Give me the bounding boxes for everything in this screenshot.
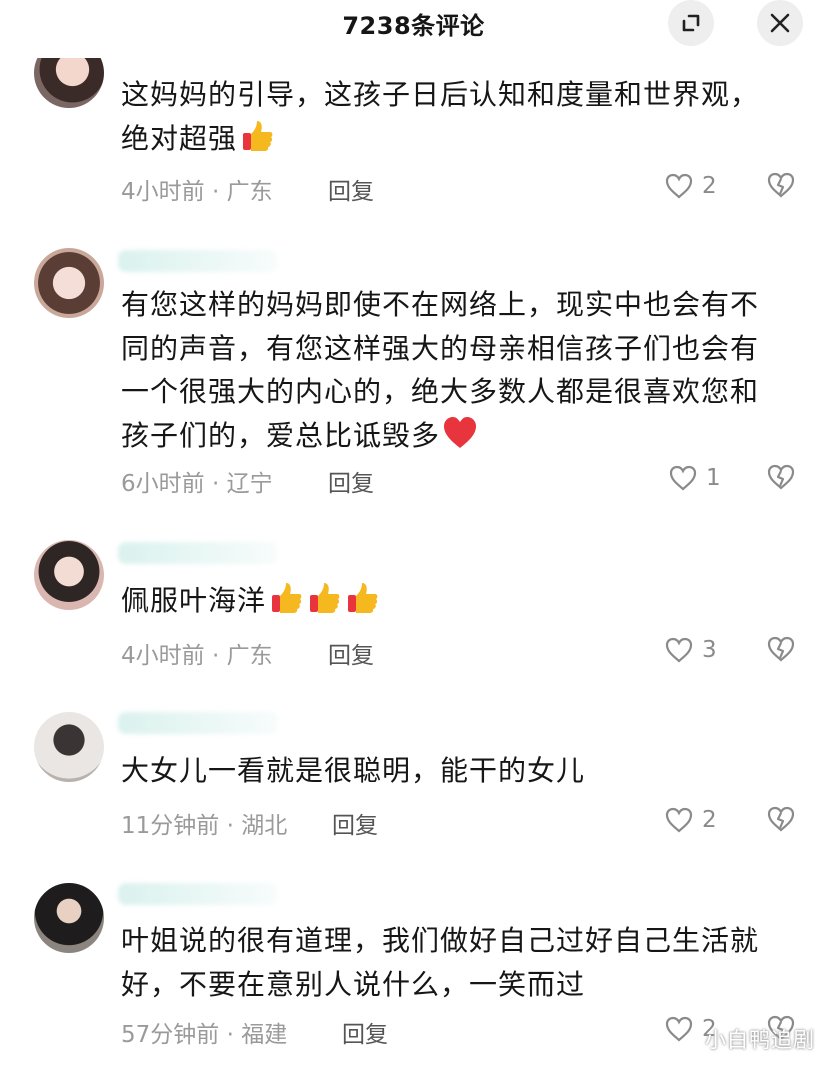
like-button[interactable]: 1 <box>668 464 721 492</box>
close-icon <box>770 13 790 33</box>
reply-button[interactable]: 回复 <box>328 172 374 206</box>
reply-button[interactable]: 回复 <box>328 464 374 498</box>
broken-heart-icon <box>767 464 795 490</box>
broken-heart-icon <box>767 806 795 832</box>
like-count: 3 <box>702 637 717 663</box>
comment-text: 叶姐说的很有道理，我们做好自己过好自己生活就 好，不要在意别人说什么，一笑而过 <box>121 924 760 1001</box>
dislike-button[interactable] <box>766 171 796 203</box>
thumbs-up-emoji <box>243 120 273 151</box>
heart-outline-icon <box>665 173 693 199</box>
thumbs-up-emoji <box>272 583 302 613</box>
like-count: 2 <box>702 807 717 833</box>
comment-meta: 4小时前 · 广东 <box>121 643 273 669</box>
dislike-button[interactable] <box>766 805 796 837</box>
avatar[interactable] <box>34 712 104 782</box>
reply-button[interactable]: 回复 <box>342 1015 388 1049</box>
comment-meta: 11分钟前 · 湖北 <box>121 813 288 839</box>
like-count: 2 <box>702 173 717 199</box>
like-button[interactable]: 2 <box>664 806 717 834</box>
like-count: 1 <box>706 465 721 491</box>
comments-header: 7238条评论 <box>0 0 827 58</box>
username-blurred <box>118 250 278 272</box>
like-button[interactable]: 2 <box>664 172 717 200</box>
reply-button[interactable]: 回复 <box>332 806 378 840</box>
collapse-icon <box>682 14 700 32</box>
thumbs-up-emoji <box>348 583 378 613</box>
heart-outline-icon <box>669 465 697 491</box>
close-button[interactable] <box>757 0 803 46</box>
heart-outline-icon <box>665 1016 693 1042</box>
comment-meta: 6小时前 · 辽宁 <box>121 471 273 497</box>
avatar[interactable] <box>34 248 104 318</box>
comment-text: 这妈妈的引导，这孩子日后认知和度量和世界观， 绝对超强 <box>121 78 760 155</box>
comment-text: 佩服叶海洋 <box>121 579 801 623</box>
comment-text: 大女儿一看就是很聪明，能干的女儿 <box>121 754 586 787</box>
avatar[interactable] <box>34 883 104 953</box>
broken-heart-icon <box>767 636 795 662</box>
like-button[interactable]: 3 <box>664 636 717 664</box>
heart-outline-icon <box>665 637 693 663</box>
username-blurred <box>118 883 278 905</box>
heart-outline-icon <box>665 807 693 833</box>
comment-meta: 4小时前 · 广东 <box>121 179 273 205</box>
watermark: 小白鸭追剧 <box>705 1028 815 1052</box>
avatar[interactable] <box>34 540 104 610</box>
reply-button[interactable]: 回复 <box>328 636 374 670</box>
dislike-button[interactable] <box>766 463 796 495</box>
comment-meta: 57分钟前 · 福建 <box>121 1022 288 1048</box>
username-blurred <box>118 542 278 564</box>
thumbs-up-emoji <box>310 583 340 613</box>
broken-heart-icon <box>767 172 795 198</box>
collapse-button[interactable] <box>668 0 714 46</box>
red-heart-emoji <box>444 416 477 448</box>
dislike-button[interactable] <box>766 635 796 667</box>
username-blurred <box>118 712 278 734</box>
comment-text: 有您这样的妈妈即使不在网络上，现实中也会有不 同的声音，有您这样强大的母亲相信孩… <box>121 288 760 452</box>
